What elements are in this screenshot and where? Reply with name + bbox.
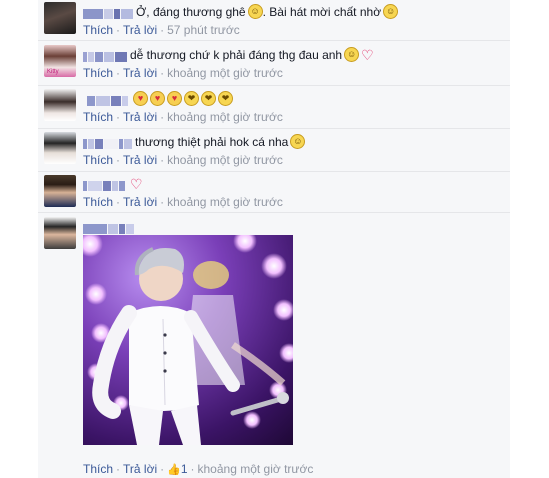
comment-item: ♡ Thích · Trả lời · khoảng một giờ trước — [38, 172, 510, 213]
comment-feed: Ở, đáng thương ghê ☺. Bài hát mời chất nh… — [38, 0, 510, 478]
kiss-emoji-icon: ❤ — [218, 91, 233, 107]
comment-photo[interactable] — [83, 235, 293, 445]
reply-link[interactable]: Trả lời — [123, 66, 157, 80]
comment-text: dễ thương chứ k phải đáng thg đau anh — [130, 47, 343, 62]
comment-timestamp[interactable]: khoảng một giờ trước — [167, 110, 283, 124]
commenter-name-blurred[interactable] — [83, 50, 128, 62]
smile-emoji-icon: ☺ — [247, 4, 263, 20]
avatar[interactable] — [44, 132, 76, 164]
avatar-caption: Kitty — [47, 69, 59, 75]
reply-link[interactable]: Trả lời — [123, 23, 157, 37]
comment-item: thương thiệt phải hok cá nha ☺ Thích · Trả … — [38, 129, 510, 172]
like-link[interactable]: Thích — [83, 66, 113, 80]
comment-text: Ở, đáng thương ghê — [136, 4, 246, 19]
love-eyes-emoji-icon: ♥ — [133, 91, 148, 107]
avatar[interactable] — [44, 2, 76, 34]
comment-timestamp[interactable]: khoảng một giờ trước — [198, 462, 314, 476]
comment-timestamp[interactable]: khoảng một giờ trước — [167, 153, 283, 167]
commenter-name-blurred[interactable] — [83, 7, 134, 19]
kiss-emoji-icon: ❤ — [184, 91, 199, 107]
commenter-name-blurred[interactable] — [87, 94, 129, 106]
comment-item: Ở, đáng thương ghê ☺. Bài hát mời chất nh… — [38, 0, 510, 41]
commenter-name-blurred[interactable] — [83, 137, 133, 149]
reply-link[interactable]: Trả lời — [123, 195, 157, 209]
like-link[interactable]: Thích — [83, 23, 113, 37]
reply-link[interactable]: Trả lời — [123, 153, 157, 167]
wink-emoji-icon: ☺ — [290, 134, 306, 150]
avatar[interactable] — [44, 175, 76, 207]
avatar[interactable] — [44, 217, 76, 249]
kiss-emoji-icon: ❤ — [201, 91, 216, 107]
comment-timestamp[interactable]: khoảng một giờ trước — [167, 195, 283, 209]
like-link[interactable]: Thích — [83, 462, 113, 476]
comment-item: ♥ ♥ ♥ ❤ ❤ ❤ Thích · Trả lời · khoảng một giờ trướ… — [38, 86, 510, 129]
commenter-name-blurred[interactable] — [83, 179, 126, 191]
like-link[interactable]: Thích — [83, 153, 113, 167]
comment-item: Kitty dễ thương chứ k phải đáng thg đau … — [38, 41, 510, 86]
heart-emoji-icon: ♡ — [361, 46, 374, 63]
reply-link[interactable]: Trả lời — [123, 110, 157, 124]
avatar[interactable] — [44, 89, 76, 121]
grin-emoji-icon: ☺ — [344, 47, 360, 63]
like-link[interactable]: Thích — [83, 110, 113, 124]
comment-text-continued: . Bài hát mời chất nhờ — [262, 4, 382, 19]
comment-timestamp[interactable]: khoảng một giờ trước — [167, 66, 283, 80]
reply-link[interactable]: Trả lời — [123, 462, 157, 476]
performer-illustration — [92, 247, 289, 445]
comment-text: thương thiệt phải hok cá nha — [135, 134, 289, 149]
heart-emoji-icon: ♡ — [130, 175, 143, 192]
comment-timestamp[interactable]: 57 phút trước — [167, 23, 240, 37]
avatar[interactable]: Kitty — [44, 45, 76, 77]
love-eyes-emoji-icon: ♥ — [167, 91, 182, 107]
thumbs-up-icon[interactable]: 👍 — [167, 464, 181, 476]
like-count[interactable]: 1 — [181, 462, 188, 476]
like-link[interactable]: Thích — [83, 195, 113, 209]
smile-emoji-icon: ☺ — [383, 4, 399, 20]
love-eyes-emoji-icon: ♥ — [150, 91, 165, 107]
comment-item: Thích · Trả lời · 👍1 · khoảng một giờ trước — [38, 213, 510, 478]
commenter-name-blurred[interactable] — [83, 222, 135, 234]
